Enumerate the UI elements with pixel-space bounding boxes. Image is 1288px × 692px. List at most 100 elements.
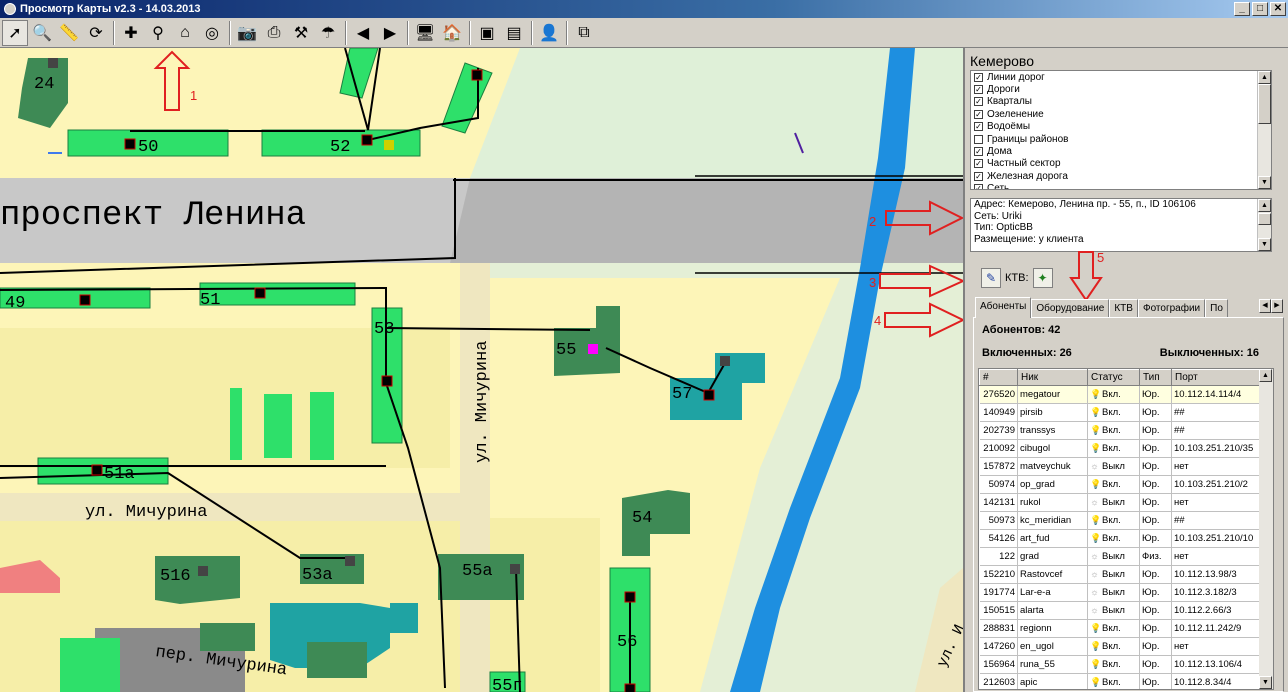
table-row[interactable]: 147260 en_ugol 💡Вкл. Юр. нет xyxy=(979,637,1262,656)
house-settings-button[interactable]: 🏠 xyxy=(439,20,465,46)
cell-port: 10.112.13.106/4 xyxy=(1171,655,1262,674)
ktv-wand-button[interactable]: ✦ xyxy=(1032,268,1053,288)
tab-subscribers[interactable]: Абоненты xyxy=(975,297,1032,318)
table-row[interactable]: 288831 regionn 💡Вкл. Юр. 10.112.11.242/9 xyxy=(979,619,1262,638)
minimize-button[interactable]: _ xyxy=(1234,2,1250,16)
table-scrollbar[interactable]: ▲ ▼ xyxy=(1259,369,1273,689)
cell-port: нет xyxy=(1171,547,1262,566)
layer-checkbox[interactable]: ✓ xyxy=(974,97,983,107)
layer-checkbox[interactable]: ✓ xyxy=(974,159,983,169)
layer-checkbox[interactable] xyxy=(974,134,983,144)
table-row[interactable]: 157872 matveychuk ☼ Выкл Юр. нет xyxy=(979,457,1262,476)
house-settings-icon: 🏠 xyxy=(442,24,462,42)
tab-scroll-left-icon[interactable]: ◀ xyxy=(1259,299,1271,313)
export-button[interactable]: ▣ xyxy=(474,20,500,46)
layer-checkbox[interactable]: ✓ xyxy=(974,85,983,95)
layer-item[interactable]: Границы районов xyxy=(971,133,1271,145)
tab-ktv[interactable]: КТВ xyxy=(1109,299,1138,318)
building-53a: 53а xyxy=(302,566,333,585)
computer-button[interactable]: 🖥 xyxy=(412,20,438,46)
add-button[interactable]: ✚ xyxy=(118,20,144,46)
layer-item[interactable]: ✓ Линии дорог xyxy=(971,71,1271,83)
scroll-up-icon[interactable]: ▲ xyxy=(1259,369,1272,382)
scroll-up-icon[interactable]: ▲ xyxy=(1258,71,1271,84)
table-row[interactable]: 276520 megatour 💡Вкл. Юр. 10.112.14.114/4 xyxy=(979,385,1262,404)
layer-checkbox[interactable]: ✓ xyxy=(974,184,983,189)
column-header-status[interactable]: Статус xyxy=(1087,369,1140,386)
layers-scrollbar[interactable]: ▲ ▼ xyxy=(1257,71,1271,189)
pointer-button[interactable]: ➚ xyxy=(2,19,28,46)
umbrella-button[interactable]: ☂ xyxy=(315,20,341,46)
binoculars-button[interactable]: ⚲ xyxy=(145,20,171,46)
map-view[interactable]: проспект Ленина ул. Мичурина ул. Мичурин… xyxy=(0,48,963,692)
column-header-type[interactable]: Тип xyxy=(1139,369,1172,386)
building-50: 50 xyxy=(138,138,158,157)
table-row[interactable]: 210092 cibugol 💡Вкл. Юр. 10.103.251.210/35 xyxy=(979,439,1262,458)
layer-checkbox[interactable]: ✓ xyxy=(974,122,983,132)
layer-item[interactable]: ✓ Водоёмы xyxy=(971,121,1271,133)
cell-type: Юр. xyxy=(1139,385,1172,404)
network-button[interactable]: ⧉ xyxy=(571,20,597,46)
table-row[interactable]: 50973 kc_meridian 💡Вкл. Юр. ## xyxy=(979,511,1262,530)
close-button[interactable]: ✕ xyxy=(1270,2,1286,16)
layer-checkbox[interactable]: ✓ xyxy=(974,171,983,181)
map-canvas[interactable]: проспект Ленина ул. Мичурина ул. Мичурин… xyxy=(0,48,963,692)
tab-equipment[interactable]: Оборудование xyxy=(1031,299,1110,318)
scroll-down-icon[interactable]: ▼ xyxy=(1259,676,1272,689)
maximize-button[interactable]: □ xyxy=(1252,2,1268,16)
zoom-button[interactable]: 🔍 xyxy=(29,20,55,46)
table-row[interactable]: 140949 pirsib 💡Вкл. Юр. ## xyxy=(979,403,1262,422)
compass-button[interactable]: ◎ xyxy=(199,20,225,46)
print-icon: ⎙ xyxy=(267,23,281,41)
scroll-down-icon[interactable]: ▼ xyxy=(1258,176,1271,189)
layer-item[interactable]: ✓ Частный сектор xyxy=(971,158,1271,170)
layer-item[interactable]: ✓ Озеленение xyxy=(971,108,1271,120)
table-row[interactable]: 150515 alarta ☼ Выкл Юр. 10.112.2.66/3 xyxy=(979,601,1262,620)
table-row[interactable]: 54126 art_fud 💡Вкл. Юр. 10.103.251.210/10 xyxy=(979,529,1262,548)
home-button[interactable]: ⌂ xyxy=(172,20,198,46)
user-button[interactable]: 👤 xyxy=(536,20,562,46)
back-arrow-button[interactable]: ◀ xyxy=(350,20,376,46)
ruler-button[interactable]: 📏 xyxy=(56,20,82,46)
column-header-port[interactable]: Порт xyxy=(1171,369,1262,386)
forward-arrow-button[interactable]: ▶ xyxy=(377,20,403,46)
table-row[interactable]: 202739 transsys 💡Вкл. Юр. ## xyxy=(979,421,1262,440)
column-header-id[interactable]: # xyxy=(979,369,1018,386)
table-row[interactable]: 156964 runa_55 💡Вкл. Юр. 10.112.13.106/4 xyxy=(979,655,1262,674)
layer-checkbox[interactable]: ✓ xyxy=(974,147,983,157)
camera-button[interactable]: 📷 xyxy=(234,20,260,46)
scroll-up-icon[interactable]: ▲ xyxy=(1258,199,1271,212)
table-row[interactable]: 122 grad ☼ Выкл Физ. нет xyxy=(979,547,1262,566)
tools-button[interactable]: ⚒ xyxy=(288,20,314,46)
layer-item[interactable]: ✓ Кварталы xyxy=(971,96,1271,108)
tab-more[interactable]: По xyxy=(1205,299,1228,318)
layer-checkbox[interactable]: ✓ xyxy=(974,72,983,82)
layer-item[interactable]: ✓ Железная дорога xyxy=(971,170,1271,182)
refresh-button[interactable]: ⟳ xyxy=(83,20,109,46)
document-button[interactable]: ▤ xyxy=(501,20,527,46)
table-row[interactable]: 50974 op_grad 💡Вкл. Юр. 10.103.251.210/2 xyxy=(979,475,1262,494)
layers-list[interactable]: ✓ Линии дорог ✓ Дороги ✓ Кварталы ✓ Озеленение ✓… xyxy=(970,70,1272,190)
scroll-thumb[interactable] xyxy=(1258,213,1271,225)
table-row[interactable]: 191774 Lar-e-a ☼ Выкл Юр. 10.112.3.182/3 xyxy=(979,583,1262,602)
tab-scroll-right-icon[interactable]: ▶ xyxy=(1271,299,1283,313)
table-row[interactable]: 142131 rukol ☼ Выкл Юр. нет xyxy=(979,493,1262,512)
status-text: Вкл. xyxy=(1102,533,1121,544)
cell-type: Юр. xyxy=(1139,493,1172,512)
scroll-down-icon[interactable]: ▼ xyxy=(1258,238,1271,251)
table-row[interactable]: 152210 Rastovcef ☼ Выкл Юр. 10.112.13.98/3 xyxy=(979,565,1262,584)
table-row[interactable]: 212603 apic 💡Вкл. Юр. 10.112.8.34/4 xyxy=(979,673,1262,689)
layer-item[interactable]: ✓ Дороги xyxy=(971,83,1271,95)
layer-label: Озеленение xyxy=(987,108,1044,120)
tab-photos[interactable]: Фотографии xyxy=(1137,299,1206,318)
column-header-nick[interactable]: Ник xyxy=(1017,369,1088,386)
info-scrollbar[interactable]: ▲ ▼ xyxy=(1257,199,1271,251)
subscribers-table[interactable]: # Ник Статус Тип Порт 276520 megatour 💡Вкл… xyxy=(978,368,1274,690)
layer-item[interactable]: ✓ Дома xyxy=(971,145,1271,157)
ruler-icon: 📏 xyxy=(59,24,79,42)
print-button[interactable]: ⎙ xyxy=(261,20,287,46)
layer-item[interactable]: ✓ Сеть xyxy=(971,183,1271,189)
layer-checkbox[interactable]: ✓ xyxy=(974,109,983,119)
scroll-thumb[interactable] xyxy=(1258,84,1271,124)
edit-map-button[interactable]: ✎ xyxy=(981,268,1001,288)
